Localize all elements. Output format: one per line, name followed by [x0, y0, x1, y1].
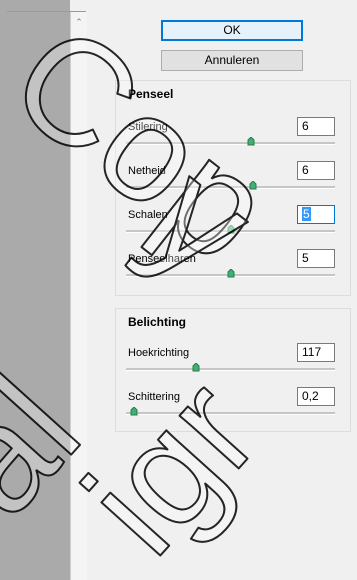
schittering-slider[interactable] [126, 412, 335, 415]
penseel-title: Penseel [128, 87, 174, 101]
hoekrichting-field[interactable]: 117 [297, 343, 335, 362]
schittering-label: Schittering [128, 391, 180, 403]
schalen-field[interactable]: 5 [297, 205, 335, 224]
belichting-title: Belichting [128, 315, 187, 329]
schalen-label: Schalen [128, 209, 168, 221]
hoekrichting-label: Hoekrichting [128, 347, 190, 359]
stilering-slider[interactable] [126, 142, 335, 145]
stilering-label: Stilering [128, 121, 168, 133]
penseel-group: Penseel Stilering 6 Netheid 6 Schalen 5 … [115, 80, 351, 296]
netheid-slider[interactable] [126, 186, 335, 189]
hoekrichting-slider-thumb[interactable] [192, 363, 200, 372]
stilering-slider-thumb[interactable] [247, 137, 255, 146]
netheid-field[interactable]: 6 [297, 161, 335, 180]
left-sidebar [0, 0, 70, 580]
ok-button[interactable]: OK [161, 20, 303, 41]
netheid-slider-thumb[interactable] [249, 181, 257, 190]
hoekrichting-slider[interactable] [126, 368, 335, 371]
netheid-label: Netheid [128, 165, 166, 177]
penseelharen-label: Penseelharen [128, 253, 196, 265]
scroll-up-icon[interactable]: ⌃ [74, 18, 84, 27]
side-scroll-panel: ⌃ [70, 12, 87, 580]
schittering-field[interactable]: 0,2 [297, 387, 335, 406]
stilering-field[interactable]: 6 [297, 117, 335, 136]
schalen-slider-thumb[interactable] [227, 225, 235, 234]
schittering-slider-thumb[interactable] [130, 407, 138, 416]
belichting-group: Belichting Hoekrichting 117 Schittering … [115, 308, 351, 432]
cancel-button[interactable]: Annuleren [161, 50, 303, 71]
penseelharen-field[interactable]: 5 [297, 249, 335, 268]
penseelharen-slider-thumb[interactable] [227, 269, 235, 278]
